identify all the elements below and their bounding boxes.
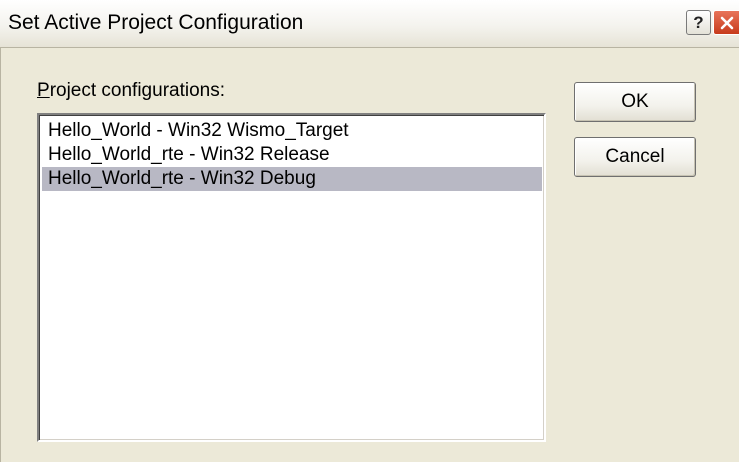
project-configurations-listbox[interactable]: Hello_World - Win32 Wismo_Target Hello_Wo… [37,113,546,442]
list-item[interactable]: Hello_World_rte - Win32 Debug [42,167,542,191]
set-active-project-configuration-dialog: Set Active Project Configuration ? Proje… [0,0,739,462]
close-icon [720,16,734,30]
cancel-button[interactable]: Cancel [574,137,696,177]
ok-button[interactable]: OK [574,82,696,122]
label-accesskey: P [37,80,50,101]
title-bar: Set Active Project Configuration ? [0,0,739,48]
list-item[interactable]: Hello_World - Win32 Wismo_Target [42,119,542,143]
project-configurations-label: Project configurations: [37,80,225,102]
window-left-edge [0,48,1,462]
label-text: roject configurations: [49,80,226,101]
window-title: Set Active Project Configuration [8,11,304,34]
help-icon: ? [693,12,704,32]
list-item[interactable]: Hello_World_rte - Win32 Release [42,143,542,167]
help-button[interactable]: ? [686,10,711,35]
close-button[interactable] [713,10,739,35]
